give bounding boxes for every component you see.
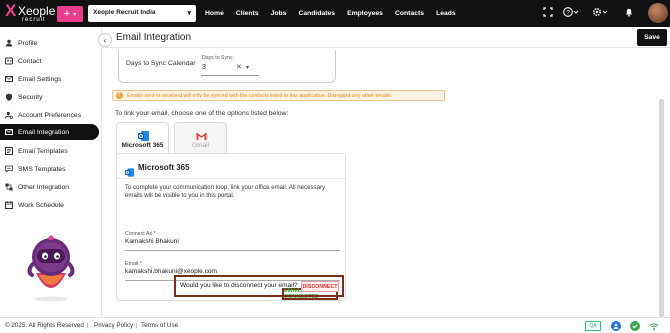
card-description: To complete your communication loop, lin… <box>125 184 326 199</box>
integration-icon <box>5 183 13 191</box>
connect-as-label: Connect As * <box>125 231 156 237</box>
calendar-icon <box>5 201 13 210</box>
page-title: Email Integration <box>116 32 192 43</box>
email-value: kamakshi.bhakuni@xeople.com <box>125 268 217 275</box>
person-settings-icon <box>4 111 13 119</box>
copyright-text: © 2025. All Rights Reserved <box>5 322 84 329</box>
sidebar-item-work-schedule[interactable]: Work Schedule <box>0 197 99 213</box>
qa-badge[interactable]: QA <box>585 321 601 331</box>
main-content: Email Integration Save Days to Sync Cale… <box>102 27 670 317</box>
sidebar-item-email-integration[interactable]: Email Integration <box>0 124 99 140</box>
sidebar-item-email-settings[interactable]: Email Settings <box>0 71 99 87</box>
bell-icon[interactable] <box>624 7 634 21</box>
nav-clients[interactable]: Clients <box>236 10 259 17</box>
sidebar-item-label: Email Settings <box>18 75 62 83</box>
disconnect-question: Would you like to disconnect your email? <box>180 282 298 289</box>
connect-as-value: Kamakshi Bhakuni <box>125 238 179 245</box>
nav-employees[interactable]: Employees <box>347 10 383 17</box>
mail-icon <box>5 75 13 83</box>
xeople-logo[interactable]: X Xeople recruit <box>5 2 56 26</box>
sidebar-item-label: SMS Templates <box>18 165 66 173</box>
sidebar-item-label: Email Integration <box>18 128 70 136</box>
mail-link-icon <box>5 128 13 136</box>
main-nav: Home Clients Jobs Candidates Employees C… <box>205 0 468 27</box>
divider <box>102 47 670 48</box>
company-select[interactable]: Xeople Recruit India ▾ <box>88 5 196 22</box>
logo-text: Xeople <box>18 4 56 18</box>
chevron-down-icon[interactable]: ▾ <box>246 64 249 71</box>
user-circle-icon[interactable] <box>611 321 621 331</box>
sidebar-item-label: Account Preferences <box>18 111 82 119</box>
nav-jobs[interactable]: Jobs <box>271 10 287 17</box>
user-avatar[interactable] <box>648 3 668 23</box>
nav-leads[interactable]: Leads <box>436 10 456 17</box>
nav-contacts[interactable]: Contacts <box>395 10 424 17</box>
chevron-down-icon: ▾ <box>73 11 77 18</box>
clear-icon[interactable]: ✕ <box>236 63 242 71</box>
sidebar-item-label: Security <box>18 93 43 101</box>
nav-home[interactable]: Home <box>205 10 224 17</box>
sidebar-item-account-preferences[interactable]: Account Preferences <box>0 107 99 123</box>
sidebar-item-other-integration[interactable]: Other Integration <box>0 179 99 195</box>
nav-candidates[interactable]: Candidates <box>298 10 335 17</box>
person-icon <box>5 39 13 47</box>
sms-icon <box>5 165 13 173</box>
help-icon[interactable]: ? <box>563 7 579 21</box>
logo-subtext: recruit <box>22 17 46 23</box>
notice-text: Emails sent or received will only be syn… <box>127 93 393 99</box>
add-new-button[interactable]: + ▾ <box>57 6 83 22</box>
sidebar-item-profile[interactable]: Profile <box>0 35 99 51</box>
days-to-sync-calendar-label: Days to Sync Calendar <box>126 60 196 67</box>
company-select-value: Xeople Recruit India <box>93 9 156 16</box>
tab-microsoft-365[interactable]: Microsoft 365 <box>116 122 169 154</box>
save-button[interactable]: Save <box>637 29 667 46</box>
footer: © 2025. All Rights Reserved | Privacy Po… <box>0 317 670 333</box>
tab-label: Gmail <box>192 142 209 149</box>
days-to-sync-value: 3 <box>202 64 206 71</box>
sidebar-item-label: Work Schedule <box>18 201 64 209</box>
privacy-policy-link[interactable]: Privacy Policy <box>94 322 133 329</box>
warning-icon: ! <box>116 92 123 99</box>
scrollbar[interactable] <box>659 99 664 317</box>
top-nav-bar: X Xeople recruit + ▾ Xeople Recruit Indi… <box>0 0 670 27</box>
tab-gmail[interactable]: Gmail <box>174 122 227 154</box>
mascot-illustration <box>24 233 78 303</box>
disconnect-button[interactable]: DISCONNECT <box>301 281 339 292</box>
sidebar-item-sms-templates[interactable]: SMS Templates <box>0 161 99 177</box>
template-icon <box>5 147 13 155</box>
calendar-sync-panel: Days to Sync Calendar Days to Sync 3 ✕ ▾ <box>118 50 336 83</box>
gmail-icon <box>196 128 207 140</box>
footer-separator: | <box>87 322 89 329</box>
sidebar-item-contact[interactable]: Contact <box>0 53 99 69</box>
days-to-sync-select[interactable]: Days to Sync 3 ✕ ▾ <box>201 54 259 76</box>
sidebar-item-label: Email Templates <box>18 147 68 155</box>
shield-icon <box>5 93 13 101</box>
outlook-icon <box>125 164 134 177</box>
check-circle-icon[interactable] <box>630 321 640 331</box>
disconnect-row: Would you like to disconnect your email?… <box>174 275 344 297</box>
sidebar-item-security[interactable]: Security <box>0 89 99 105</box>
settings-sidebar: Profile Contact Email Settings Security … <box>0 27 102 317</box>
choose-option-text: To link your email, choose one of the op… <box>115 110 289 117</box>
chevron-down-icon: ▾ <box>187 10 191 17</box>
connect-as-field[interactable]: Connect As * Kamakshi Bhakuni <box>125 231 340 251</box>
sidebar-item-label: Other Integration <box>18 183 70 191</box>
card-title: Microsoft 365 <box>138 163 190 172</box>
tab-label: Microsoft 365 <box>121 142 164 149</box>
divider <box>117 178 347 179</box>
sync-notice-banner: ! Emails sent or received will only be s… <box>112 90 445 101</box>
fullscreen-icon[interactable] <box>543 7 553 21</box>
contact-card-icon <box>5 57 13 65</box>
wifi-icon <box>649 321 659 331</box>
email-label: Email * <box>125 261 142 267</box>
days-to-sync-field-label: Days to Sync <box>202 55 233 61</box>
gear-icon[interactable] <box>592 7 608 21</box>
sidebar-item-email-templates[interactable]: Email Templates <box>0 143 99 159</box>
sidebar-item-label: Contact <box>18 57 42 65</box>
add-button-label: + <box>63 8 71 20</box>
footer-separator: | <box>136 322 138 329</box>
outlook-icon <box>138 128 149 141</box>
sidebar-item-label: Profile <box>18 39 38 47</box>
terms-of-use-link[interactable]: Terms of Use <box>141 322 178 329</box>
